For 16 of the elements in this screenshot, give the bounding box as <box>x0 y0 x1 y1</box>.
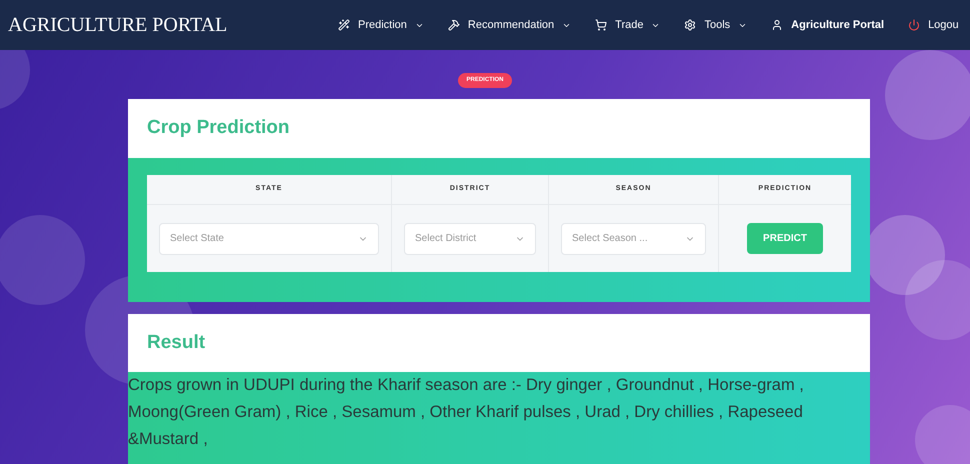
card-title: Result <box>147 330 206 355</box>
cart-icon <box>595 19 608 31</box>
settings-icon <box>684 19 696 31</box>
wand-icon <box>338 19 350 31</box>
card-title: Crop Prediction <box>147 116 290 140</box>
nav-link[interactable]: Recommendation <box>448 16 572 34</box>
nav-link[interactable]: Agriculture Portal <box>771 16 884 34</box>
power-icon <box>908 19 920 31</box>
nav-link[interactable]: Prediction <box>338 16 424 34</box>
brand-title[interactable]: AGRICULTURE PORTAL <box>8 10 338 40</box>
result-text: Crops grown in UDUPI during the Kharif season are :- Dry ginger , Groundnut , Horse-gram , Moong(Green Gram) , Rice , Sesamum , Other Kharif pulses , Urad , Dry chillies , Rapeseed &Mustard , <box>128 375 805 450</box>
nav-link[interactable]: Trade <box>595 16 660 34</box>
nav-link[interactable]: Logou <box>908 16 959 34</box>
nav-link[interactable]: Tools <box>684 16 748 34</box>
hammer-icon <box>448 19 460 31</box>
user-icon <box>771 19 784 31</box>
